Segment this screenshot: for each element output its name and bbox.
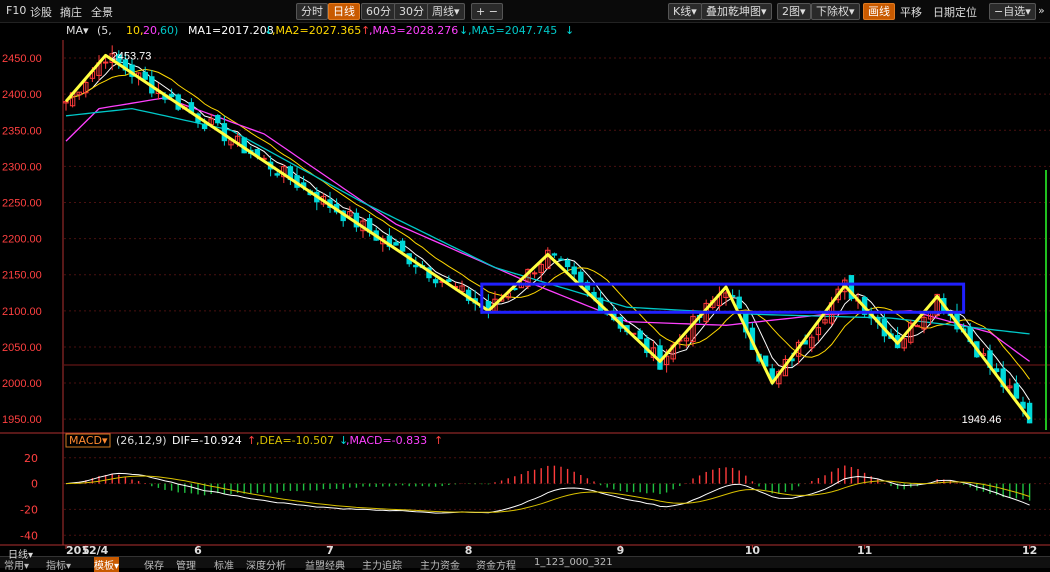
tab-common[interactable]: 常用▾ (4, 557, 29, 572)
tab-indicators[interactable]: 指标▾ (46, 557, 71, 572)
y-tick-label: 2100.00 (2, 306, 42, 318)
candle-body (571, 266, 577, 275)
candle-body (432, 279, 439, 284)
dif-value: DIF=-10.924 (172, 434, 242, 447)
candle-body (102, 61, 109, 64)
tab-deep-analysis[interactable]: 深度分析 (246, 557, 286, 572)
macd-tick-label: -20 (20, 503, 38, 516)
moving-average-lines (65, 61, 1031, 401)
candle-body (393, 242, 399, 246)
y-tick-label: 2000.00 (2, 378, 42, 390)
macd-value: ,MACD=-0.833 (346, 434, 427, 447)
tab-yimeng-classic[interactable]: 益盟经典 (305, 557, 345, 572)
candle-body (914, 325, 921, 328)
candle-body (168, 93, 175, 98)
ma5-line (65, 61, 1031, 401)
tab-fund-equation[interactable]: 资金方程 (476, 557, 516, 572)
y-tick-label: 2400.00 (2, 89, 42, 101)
candle-body (578, 271, 584, 283)
y-tick-label: 2350.00 (2, 125, 42, 137)
bottom-toolbar: 日线▾ 常用▾ 指标▾ 模板▾ 保存 管理 标准 深度分析 益盟经典 主力追踪 … (0, 550, 1050, 572)
candle-body (446, 279, 452, 283)
y-tick-label: 2300.00 (2, 161, 42, 173)
low-price-label: 1949.46 (962, 414, 1002, 426)
tab-manage[interactable]: 管理 (176, 557, 196, 572)
candle-body (551, 253, 558, 256)
high-price-label: 2453.73 (112, 50, 152, 62)
candle-body (1013, 383, 1020, 399)
consolidation-box[interactable] (480, 282, 966, 314)
candle-body (215, 115, 221, 124)
candles (63, 45, 1033, 424)
macd-grid (64, 457, 1050, 536)
macd-axis: 20 0 -20 -40 (20, 452, 38, 543)
candle-body (637, 330, 643, 340)
tab-save[interactable]: 保存 (144, 557, 164, 572)
macd-indicator-label[interactable]: MACD▾ (69, 434, 108, 447)
candle-body (558, 258, 564, 261)
tab-code[interactable]: 1_123_000_321 (534, 557, 613, 568)
macd-arrow: ↑ (434, 434, 443, 447)
candle-body (142, 71, 148, 80)
y-tick-label: 2150.00 (2, 270, 42, 282)
candle-body (274, 173, 280, 176)
macd-tick-label: 0 (31, 478, 38, 491)
macd-params: (26,12,9) (116, 434, 167, 447)
ma60-line (65, 107, 1030, 335)
dif-arrow: ↑ (247, 434, 256, 447)
macd-tick-label: 20 (24, 452, 38, 465)
tab-templates[interactable]: 模板▾ (94, 557, 120, 572)
price-grid (64, 57, 1050, 420)
y-tick-label: 2250.00 (2, 198, 42, 210)
y-tick-label: 2450.00 (2, 53, 42, 65)
tab-main-funds[interactable]: 主力资金 (420, 557, 460, 572)
tab-standard[interactable]: 标准 (214, 557, 234, 572)
macd-tick-label: -40 (20, 529, 38, 542)
candlestick-chart[interactable]: 2450.00 2400.00 2350.00 2300.00 2250.00 2200.… (0, 0, 1050, 567)
y-tick-label: 1950.00 (2, 414, 42, 426)
candle-body (1026, 402, 1033, 424)
candle-body (413, 264, 419, 268)
y-tick-label: 2050.00 (2, 342, 42, 354)
tab-main-tracking[interactable]: 主力追踪 (362, 557, 402, 572)
price-axis: 2450.00 2400.00 2350.00 2300.00 2250.00 2200.… (2, 53, 42, 426)
candle-body (201, 124, 208, 130)
candle-body (564, 260, 571, 268)
y-tick-label: 2200.00 (2, 234, 42, 246)
dea-value: ,DEA=-10.507 (256, 434, 334, 447)
candle-body (736, 296, 742, 309)
candle-body (399, 240, 406, 252)
